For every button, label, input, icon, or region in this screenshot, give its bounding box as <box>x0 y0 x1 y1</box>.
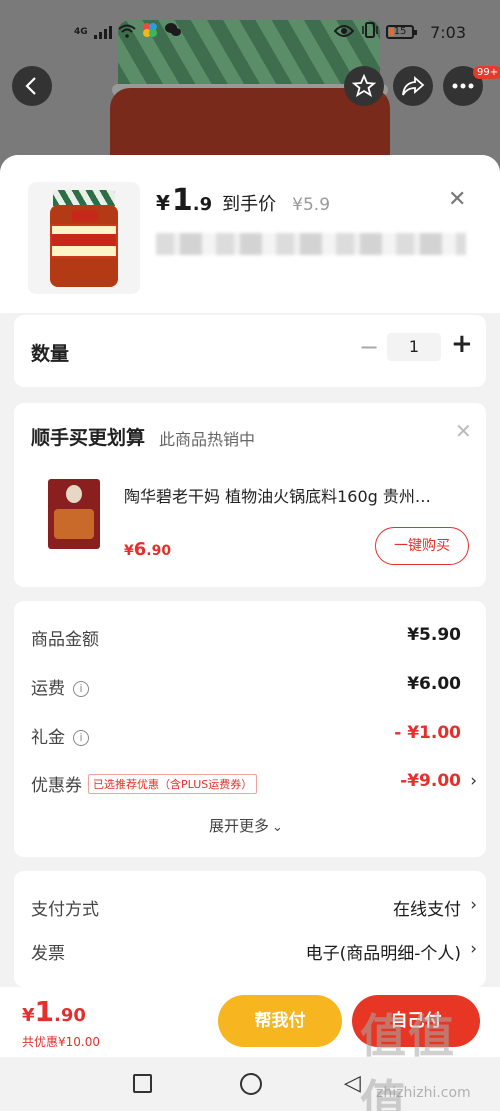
expand-more-link[interactable]: 展开更多 ⌄ <box>209 815 283 836</box>
quantity-plus-button[interactable]: + <box>451 329 473 359</box>
addon-recommendation-card: 顺手买更划算 此商品热销中 ✕ 陶华碧老干妈 植物油火锅底料160g 贵州… ¥… <box>14 403 486 587</box>
addon-title: 顺手买更划算 <box>31 427 146 449</box>
signal-icon <box>93 25 112 39</box>
goods-amount-label: 商品金额 <box>31 630 99 650</box>
price-decimal: .9 <box>192 194 213 215</box>
price-currency: ¥ <box>156 191 170 215</box>
addon-close-icon[interactable]: ✕ <box>455 419 472 443</box>
star-icon <box>352 74 376 97</box>
status-right: 15 7:03 <box>333 22 466 42</box>
vibrate-icon <box>362 22 378 42</box>
eye-icon <box>333 23 355 42</box>
shipping-label-wrap: 运费 i <box>31 674 89 699</box>
chevron-right-icon: › <box>470 771 477 791</box>
product-thumbnail <box>28 182 140 294</box>
shipping-row: 运费 i ¥6.00 <box>31 674 469 700</box>
invoice-value: 电子(商品明细-个人) <box>305 944 461 964</box>
payment-method-row[interactable]: 支付方式 在线支付 › <box>31 895 477 921</box>
coupon-tag: 已选推荐优惠（含PLUS运费券） <box>88 774 258 794</box>
order-sheet: ¥ 1 .9 到手价 ¥5.9 ✕ 数量 − 1 + 顺手买更划算 此商品热销中… <box>0 155 500 987</box>
share-button[interactable] <box>393 66 433 106</box>
product-summary-header: ¥ 1 .9 到手价 ¥5.9 ✕ <box>0 155 500 313</box>
addon-price-decimal: .90 <box>146 543 172 559</box>
help-me-pay-button[interactable]: 帮我付 <box>218 995 342 1047</box>
total-saved-label: 共优惠¥10.00 <box>22 1035 100 1049</box>
nav-back-button[interactable]: ◁ <box>344 1071 361 1096</box>
expand-more-label: 展开更多 <box>209 817 270 835</box>
home-button[interactable] <box>240 1073 262 1095</box>
addon-product-name[interactable]: 陶华碧老干妈 植物油火锅底料160g 贵州… <box>124 483 469 507</box>
blurred-spec-text <box>156 233 466 255</box>
favorite-button[interactable] <box>344 66 384 106</box>
coupon-value: -¥9.00 <box>400 771 461 791</box>
network-type: 4G <box>74 27 88 37</box>
payment-method-value: 在线支付 <box>393 900 461 920</box>
one-click-buy-button[interactable]: 一键购买 <box>375 527 469 565</box>
price-integer: 1 <box>171 183 193 218</box>
quantity-card: 数量 − 1 + <box>14 315 486 387</box>
battery-icon: 15 <box>386 25 418 39</box>
more-dots-icon <box>452 83 474 89</box>
quantity-label: 数量 <box>31 343 70 365</box>
quantity-input[interactable]: 1 <box>387 333 441 361</box>
total-currency: ¥ <box>22 1005 35 1026</box>
payment-method-label: 支付方式 <box>31 900 99 920</box>
chevron-right-icon: › <box>470 895 477 915</box>
close-icon[interactable]: ✕ <box>448 187 466 212</box>
total-decimal: .90 <box>54 1005 86 1026</box>
clock: 7:03 <box>430 22 466 42</box>
message-count-badge: 99+ <box>473 66 500 79</box>
shipping-value: ¥6.00 <box>407 674 461 694</box>
goods-amount-row: 商品金额 ¥5.90 <box>31 625 469 651</box>
back-button[interactable] <box>12 66 52 106</box>
battery-level: 15 <box>393 26 407 37</box>
chevron-right-icon: › <box>470 939 477 959</box>
addon-product-image[interactable] <box>48 479 100 549</box>
invoice-label: 发票 <box>31 944 65 964</box>
quantity-minus-button[interactable]: − <box>359 333 379 361</box>
status-bar: 4G 15 7:03 <box>0 0 500 62</box>
addon-price-currency: ¥ <box>124 543 134 559</box>
gift-value: - ¥1.00 <box>394 723 461 743</box>
addon-subtitle: 此商品热销中 <box>159 430 256 449</box>
total-integer: 1 <box>34 995 55 1028</box>
shipping-label: 运费 <box>31 679 65 699</box>
gift-label-wrap: 礼金 i <box>31 723 89 748</box>
price-summary-card: 商品金额 ¥5.90 运费 i ¥6.00 礼金 i - ¥1.00 优惠券 已选推荐… <box>14 601 486 857</box>
coupon-label: 优惠券 <box>31 776 82 796</box>
wifi-icon <box>117 23 136 42</box>
chevron-down-icon: ⌄ <box>272 820 283 835</box>
price-line: ¥ 1 .9 到手价 ¥5.9 <box>156 183 330 218</box>
payment-card: 支付方式 在线支付 › 发票 电子(商品明细-个人) › <box>14 871 486 987</box>
status-left: 4G <box>74 22 182 42</box>
shipping-info-icon[interactable]: i <box>73 681 89 697</box>
coupon-label-wrap: 优惠券 已选推荐优惠（含PLUS运费券） <box>31 771 258 796</box>
total-price: ¥1.90 <box>22 995 86 1028</box>
final-price-label: 到手价 <box>222 194 277 215</box>
share-icon <box>402 76 425 96</box>
chevron-left-icon <box>25 77 36 95</box>
invoice-row[interactable]: 发票 电子(商品明细-个人) › <box>31 939 477 965</box>
original-price: ¥5.9 <box>292 195 331 215</box>
gift-row: 礼金 i - ¥1.00 <box>31 723 469 749</box>
wechat-icon <box>164 22 182 42</box>
app-notification-icon <box>142 22 158 42</box>
gift-info-icon[interactable]: i <box>73 730 89 746</box>
goods-amount-value: ¥5.90 <box>407 625 461 645</box>
recent-apps-button[interactable] <box>133 1074 152 1093</box>
addon-price: ¥6.90 <box>124 539 171 560</box>
addon-price-integer: 6 <box>133 539 147 560</box>
coupon-row[interactable]: 优惠券 已选推荐优惠（含PLUS运费券） -¥9.00 › <box>31 771 477 797</box>
gift-label: 礼金 <box>31 728 65 748</box>
watermark-url: zhizhizhi.com <box>376 1085 471 1101</box>
